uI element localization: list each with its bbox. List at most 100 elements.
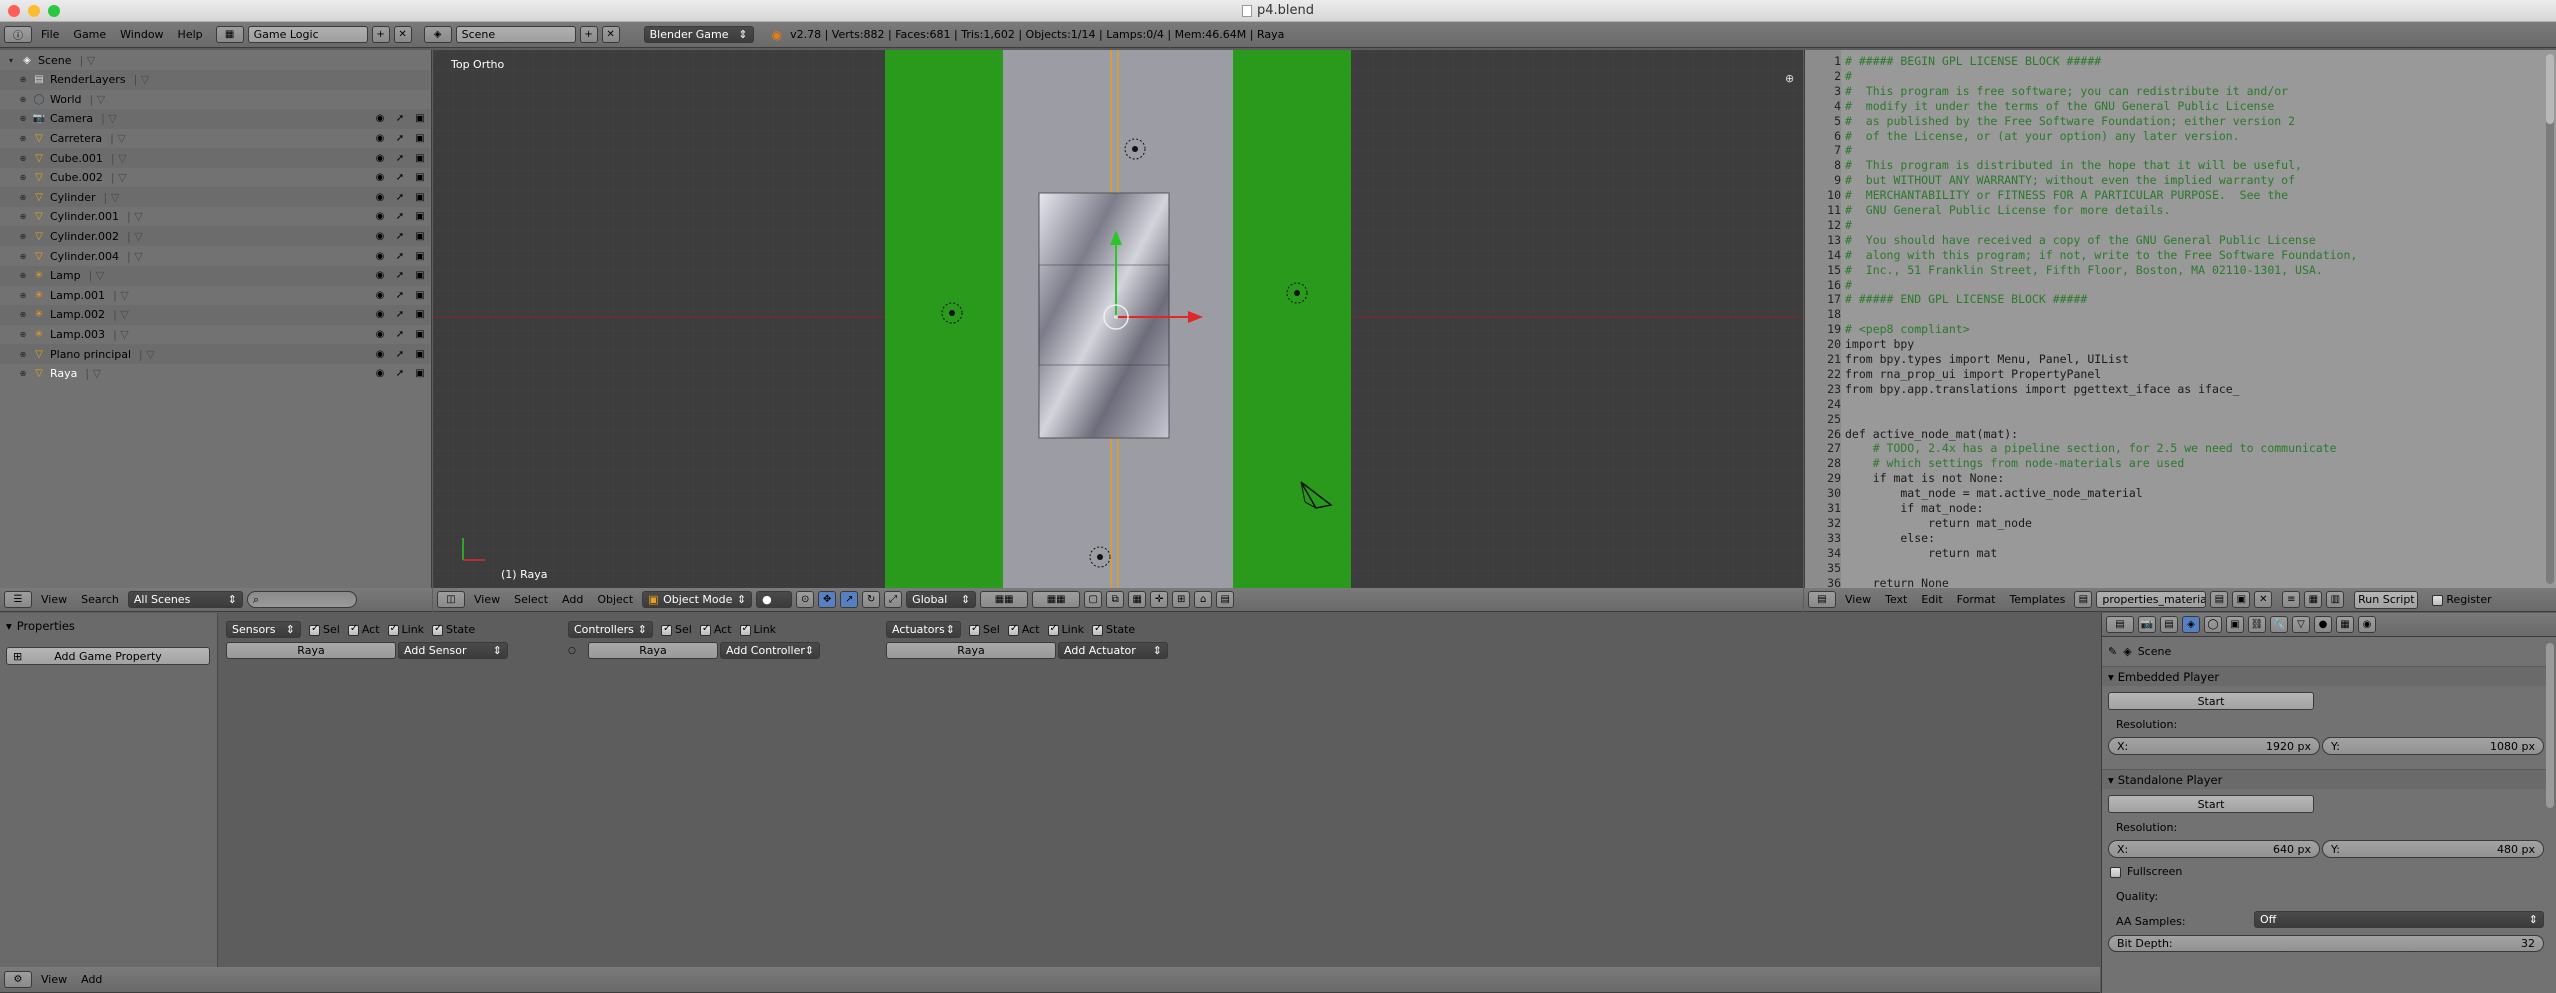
physics-tab-icon[interactable]: ◉ xyxy=(2358,616,2376,633)
outliner-item-name[interactable]: World xyxy=(50,93,82,106)
menu-window[interactable]: Window xyxy=(115,28,168,41)
eye-icon[interactable]: ◉ xyxy=(374,250,386,262)
outliner-row[interactable]: ⊕ ▤ RenderLayers | ▽ xyxy=(0,69,430,90)
screen-layout-icon[interactable]: ▦ xyxy=(215,26,244,43)
pivot-point-icon[interactable]: ⊙ xyxy=(796,591,815,608)
camera-render-icon[interactable]: ▣ xyxy=(414,309,426,321)
cursor-icon[interactable]: ➚ xyxy=(394,191,406,203)
text-scrollbar[interactable] xyxy=(2546,54,2554,584)
outliner-row[interactable]: ⊕ ✳ Lamp | ▽ ◉ ➚ ▣ xyxy=(0,265,430,286)
transform-orientation-select[interactable]: Global ⇕ xyxy=(906,591,977,608)
line-numbers-toggle-icon[interactable]: ≡ xyxy=(2282,591,2301,608)
code-line[interactable]: return mat_node xyxy=(1841,516,2032,530)
actuators-act-checkbox[interactable] xyxy=(1007,623,1019,636)
code-line[interactable]: # Inc., 51 Franklin Street, Fifth Floor,… xyxy=(1841,263,2323,277)
cursor-icon[interactable]: ➚ xyxy=(394,368,406,380)
syntax-highlight-toggle-icon[interactable]: ▥ xyxy=(2326,591,2345,608)
viewport-editor-type-icon[interactable]: ◫ xyxy=(437,591,465,608)
code-line[interactable]: # This program is free software; you can… xyxy=(1841,84,2288,98)
code-line[interactable]: # You should have received a copy of the… xyxy=(1841,233,2316,247)
cursor-icon[interactable]: ➚ xyxy=(394,230,406,242)
text-templates-menu[interactable]: Templates xyxy=(2004,593,2070,606)
sensors-link-checkbox[interactable] xyxy=(387,623,399,636)
controllers-menu[interactable]: Controllers ⇕ xyxy=(568,621,653,638)
code-line[interactable]: # MERCHANTABILITY or FITNESS FOR A PARTI… xyxy=(1841,188,2288,202)
proportional-edit-icon[interactable]: ✛ xyxy=(1150,591,1169,608)
outliner-row[interactable]: ⊕ ▽ Carretera | ▽ ◉ ➚ ▣ xyxy=(0,128,430,148)
outliner-view-menu[interactable]: View xyxy=(36,593,72,606)
cursor-icon[interactable]: ➚ xyxy=(394,132,406,144)
scene-tab-icon[interactable]: ◈ xyxy=(2182,616,2200,633)
outliner-row[interactable]: ⊕ ▽ Cylinder.004 | ▽ ◉ ➚ ▣ xyxy=(0,246,430,266)
text-view-menu[interactable]: View xyxy=(1840,593,1876,606)
actuators-sel-checkbox[interactable] xyxy=(969,623,980,636)
close-window-button[interactable] xyxy=(8,5,20,17)
right-grass-strip[interactable] xyxy=(1233,50,1351,588)
scene-icon[interactable]: ◈ xyxy=(423,26,452,43)
eye-icon[interactable]: ◉ xyxy=(374,152,386,164)
outliner-row[interactable]: ⊕ ◯ World | ▽ xyxy=(0,89,430,109)
outliner-item-name[interactable]: Plano principal xyxy=(50,348,131,361)
code-line[interactable]: # xyxy=(1841,69,1852,83)
sensors-state-toggle[interactable]: State xyxy=(432,623,475,636)
collapse-triangle-icon[interactable]: ▾ xyxy=(6,56,16,65)
code-line[interactable]: # but WITHOUT ANY WARRANTY; without even… xyxy=(1841,173,2295,187)
outliner-item-name[interactable]: RenderLayers xyxy=(50,73,126,86)
controllers-sel-checkbox[interactable] xyxy=(661,623,672,636)
manipulator-toggle-icon[interactable]: ✥ xyxy=(818,591,837,608)
opengl-animation-icon[interactable]: ▤ xyxy=(1216,591,1235,608)
rotate-manipulator-icon[interactable]: ↻ xyxy=(862,591,881,608)
camera-render-icon[interactable]: ▣ xyxy=(414,132,426,144)
camera-render-icon[interactable]: ▣ xyxy=(414,172,426,184)
outliner-row[interactable]: ⊕ ▽ Cylinder.002 | ▽ ◉ ➚ ▣ xyxy=(0,226,430,247)
camera-render-icon[interactable]: ▣ xyxy=(414,152,426,164)
eye-icon[interactable]: ◉ xyxy=(374,211,386,223)
actuators-menu[interactable]: Actuators ⇕ xyxy=(886,621,961,638)
register-checkbox[interactable]: Register xyxy=(2432,593,2492,606)
outliner-item-name[interactable]: Raya xyxy=(50,367,77,380)
properties-editor-type-icon[interactable]: ▤ xyxy=(2106,616,2134,633)
code-line[interactable]: # along with this program; if not, write… xyxy=(1841,248,2357,262)
viewport-add-menu[interactable]: Add xyxy=(557,593,588,606)
expand-plus-icon[interactable]: ⊕ xyxy=(18,369,28,378)
outliner-item-name[interactable]: Lamp.001 xyxy=(50,289,105,302)
text-scrollbar-thumb[interactable] xyxy=(2546,54,2554,124)
sensors-sel-toggle[interactable]: Sel xyxy=(309,623,340,636)
outliner-row[interactable]: ⊕ ▽ Cube.002 | ▽ ◉ ➚ ▣ xyxy=(0,168,430,188)
cursor-icon[interactable]: ➚ xyxy=(394,152,406,164)
eye-icon[interactable]: ◉ xyxy=(374,348,386,360)
expand-plus-icon[interactable]: ⊕ xyxy=(18,232,28,241)
viewport-view-menu[interactable]: View xyxy=(469,593,505,606)
eye-icon[interactable]: ◉ xyxy=(374,328,386,340)
code-line[interactable]: # ##### BEGIN GPL LICENSE BLOCK ##### xyxy=(1841,54,2101,68)
code-line[interactable]: # which settings from node-materials are… xyxy=(1841,456,2185,470)
properties-scrollbar-thumb[interactable] xyxy=(2546,643,2554,808)
standalone-start-button[interactable]: Start xyxy=(2108,795,2314,813)
code-line[interactable]: # TODO, 2.4x has a pipeline section, for… xyxy=(1841,441,2337,455)
outliner-item-name[interactable]: Cube.002 xyxy=(50,171,103,184)
unlink-text-icon[interactable]: ✕ xyxy=(2254,591,2273,608)
render-layers-tab-icon[interactable]: ▤ xyxy=(2160,616,2178,633)
expand-plus-icon[interactable]: ⊕ xyxy=(18,212,28,221)
outliner-display-mode-select[interactable]: All Scenes ⇕ xyxy=(127,591,243,608)
expand-plus-icon[interactable]: ⊕ xyxy=(18,193,28,202)
aa-samples-select[interactable]: Off ⇕ xyxy=(2254,911,2544,928)
snap-icon[interactable]: ⧉ xyxy=(1106,591,1125,608)
code-line[interactable]: # ##### END GPL LICENSE BLOCK ##### xyxy=(1841,292,2087,306)
code-line[interactable]: # This program is distributed in the hop… xyxy=(1841,158,2302,172)
camera-render-icon[interactable]: ▣ xyxy=(414,348,426,360)
camera-render-icon[interactable]: ▣ xyxy=(414,328,426,340)
cursor-icon[interactable]: ➚ xyxy=(394,250,406,262)
expand-plus-icon[interactable]: ⊕ xyxy=(18,75,28,84)
camera-render-icon[interactable]: ▣ xyxy=(414,250,426,262)
outliner-row[interactable]: ⊕ ▽ Cylinder | ▽ ◉ ➚ ▣ xyxy=(0,187,430,208)
editor-type-info-icon[interactable]: ⓘ xyxy=(4,26,32,43)
standalone-player-panel-header[interactable]: ▾ Standalone Player xyxy=(2102,769,2547,789)
sensors-menu[interactable]: Sensors ⇕ xyxy=(226,621,301,638)
outliner-row[interactable]: ⊕ ▽ Cube.001 | ▽ ◉ ➚ ▣ xyxy=(0,148,430,168)
eye-icon[interactable]: ◉ xyxy=(374,309,386,321)
camera-render-icon[interactable]: ▣ xyxy=(414,270,426,282)
actuators-sel-toggle[interactable]: Sel xyxy=(969,623,1000,636)
expand-plus-icon[interactable]: ⊕ xyxy=(18,271,28,280)
code-line[interactable]: # xyxy=(1841,278,1852,292)
